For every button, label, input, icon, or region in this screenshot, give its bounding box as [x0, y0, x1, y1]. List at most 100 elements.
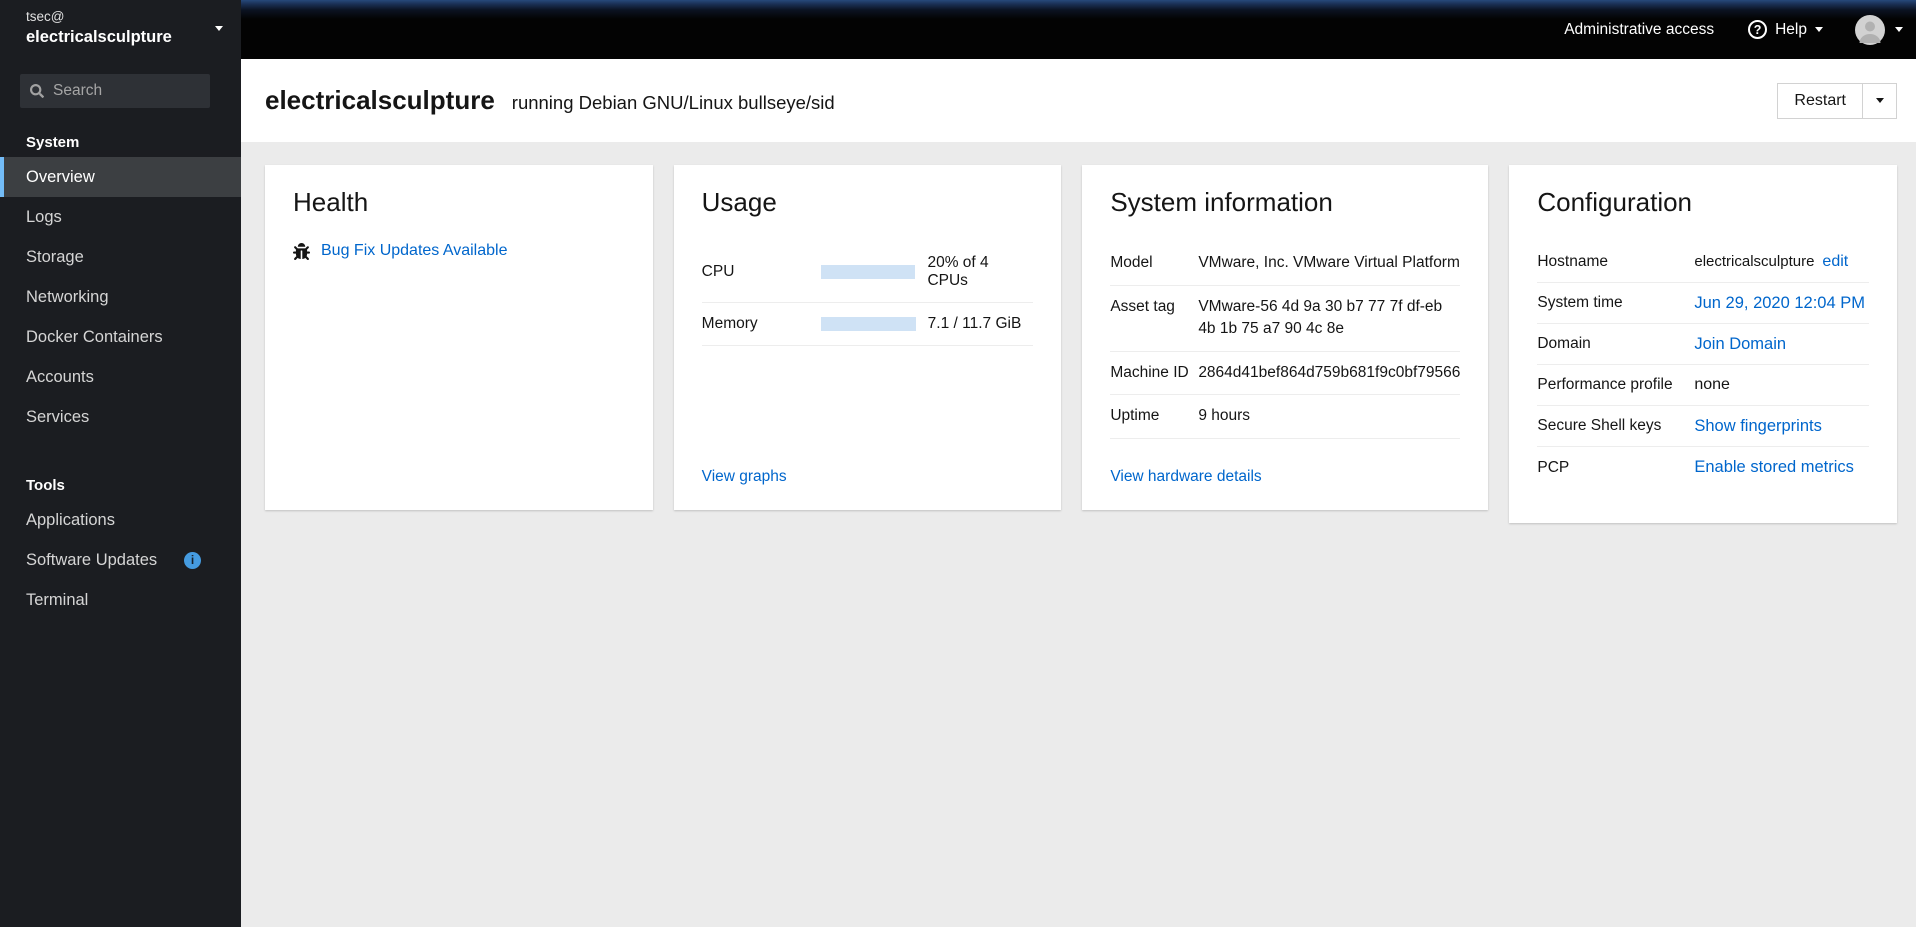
configuration-label: PCP: [1537, 458, 1570, 476]
help-label: Help: [1775, 20, 1807, 38]
sidebar-item-docker-containers[interactable]: Docker Containers: [0, 317, 241, 357]
restart-button[interactable]: Restart: [1778, 83, 1862, 118]
configuration-label: Hostname: [1537, 253, 1609, 271]
sidebar-item-applications[interactable]: Applications: [0, 500, 241, 540]
health-item-link[interactable]: Bug Fix Updates Available: [321, 242, 507, 260]
health-items: Bug Fix Updates Available: [293, 242, 625, 260]
usage-row-memory: Memory 7.1 / 11.7 GiB: [701, 303, 1034, 347]
configuration-value: Enable stored metrics: [1694, 458, 1869, 477]
restart-dropdown-toggle[interactable]: [1862, 83, 1896, 118]
sidebar-item-software-updates[interactable]: Software Updates i: [0, 540, 241, 580]
chevron-down-icon: [215, 26, 223, 31]
sidebar-item-services[interactable]: Services: [0, 397, 241, 437]
chevron-down-icon: [1875, 98, 1884, 103]
sidebar-item-label: Networking: [26, 287, 109, 306]
usage-progress-track: [820, 317, 916, 332]
usage-detail: 7.1 / 11.7 GiB: [927, 315, 1022, 333]
system-information-card-title: System information: [1110, 187, 1333, 217]
system-info-value: 9 hours: [1198, 407, 1251, 425]
sidebar-hostname: electricalsculpture: [26, 28, 172, 46]
sidebar-item-storage[interactable]: Storage: [0, 237, 241, 277]
configuration-card: Configuration Hostname electricalsculptur…: [1509, 165, 1898, 523]
help-menu[interactable]: ? Help: [1748, 20, 1823, 39]
configuration-label: System time: [1537, 294, 1623, 312]
nav-section-tools: Tools Applications Software Updates i Termin…: [0, 467, 241, 620]
usage-card-title: Usage: [701, 187, 777, 217]
configuration-row-system-time: System time Jun 29, 2020 12:04 PM: [1537, 283, 1870, 325]
app-root: tsec@ electricalsculpture System Overview…: [0, 0, 1916, 927]
configuration-label: Performance profile: [1537, 376, 1673, 394]
configuration-edit-link[interactable]: edit: [1822, 253, 1848, 270]
usage-row-cpu: CPU 20% of 4 CPUs: [701, 242, 1034, 304]
avatar: [1855, 14, 1885, 45]
configuration-pcp-link[interactable]: Enable stored metrics: [1694, 458, 1854, 476]
restart-split-button: Restart: [1777, 82, 1897, 119]
page-header: electricalsculpture running Debian GNU/L…: [241, 59, 1916, 142]
sidebar-item-label: Storage: [26, 247, 84, 266]
logged-in-user: tsec@: [26, 9, 65, 24]
sidebar-nav: System Overview Logs Storage Networking Docke…: [0, 116, 241, 927]
sidebar: tsec@ electricalsculpture System Overview…: [0, 0, 241, 927]
configuration-rows: Hostname electricalsculpture edit System ti…: [1537, 242, 1870, 488]
sidebar-item-label: Applications: [26, 510, 115, 529]
search-input[interactable]: [53, 82, 200, 100]
system-info-label: Uptime: [1110, 407, 1160, 425]
system-info-value: VMware-56 4d 9a 30 b7 77 7f df-eb 4b 1b …: [1198, 297, 1443, 338]
nav-section-system: System Overview Logs Storage Networking Docke…: [0, 124, 241, 437]
system-info-row-machine-id: Machine ID 2864d41bef864d759b681f9c0bf795…: [1110, 352, 1461, 396]
sidebar-item-label: Services: [26, 407, 90, 426]
usage-card: Usage CPU 20% of 4 CPUs Memory 7.1 / 11.7 G…: [673, 165, 1062, 510]
sidebar-item-overview[interactable]: Overview: [0, 157, 241, 197]
os-description: running Debian GNU/Linux bullseye/sid: [511, 91, 835, 113]
system-info-value: 2864d41bef864d759b681f9c0bf79566: [1198, 363, 1461, 381]
configuration-label: Secure Shell keys: [1537, 417, 1662, 435]
system-info-label: Model: [1110, 254, 1153, 272]
configuration-row-secure-shell-keys: Secure Shell keys Show fingerprints: [1537, 406, 1870, 448]
health-card: Health Bug Fix Updates Available: [265, 165, 653, 510]
info-icon: i: [184, 551, 201, 569]
system-info-row-uptime: Uptime 9 hours: [1110, 395, 1461, 439]
configuration-domain-link[interactable]: Join Domain: [1694, 335, 1786, 353]
configuration-value: Show fingerprints: [1694, 417, 1869, 436]
configuration-value: Jun 29, 2020 12:04 PM: [1694, 294, 1869, 313]
usage-label: CPU: [701, 263, 735, 281]
nav-heading-system: System: [26, 134, 80, 151]
usage-rows: CPU 20% of 4 CPUs Memory 7.1 / 11.7 GiB: [701, 242, 1034, 347]
chevron-down-icon: [1815, 27, 1823, 32]
configuration-row-domain: Domain Join Domain: [1537, 324, 1870, 366]
sidebar-item-terminal[interactable]: Terminal: [0, 580, 241, 620]
chevron-down-icon: [1895, 27, 1903, 32]
configuration-secure-shell-keys-link[interactable]: Show fingerprints: [1694, 417, 1821, 435]
configuration-value-text: none: [1694, 376, 1730, 394]
sidebar-item-label: Docker Containers: [26, 327, 163, 346]
sidebar-item-networking[interactable]: Networking: [0, 277, 241, 317]
configuration-row-performance-profile: Performance profile none: [1537, 365, 1870, 407]
masthead: Administrative access ? Help: [241, 0, 1916, 59]
configuration-value: electricalsculpture edit: [1694, 253, 1869, 271]
configuration-value: Join Domain: [1694, 335, 1869, 354]
configuration-row-hostname: Hostname electricalsculpture edit: [1537, 242, 1870, 284]
search-icon: [30, 84, 44, 98]
health-item: Bug Fix Updates Available: [293, 242, 625, 260]
sidebar-item-label: Terminal: [26, 590, 89, 609]
usage-progress-track: [820, 265, 916, 280]
help-icon: ?: [1748, 20, 1768, 39]
system-info-label: Machine ID: [1110, 363, 1189, 381]
system-information-card: System information Model VMware, Inc. VMw…: [1082, 165, 1489, 510]
host-switcher[interactable]: tsec@ electricalsculpture: [0, 0, 241, 59]
configuration-system-time-link[interactable]: Jun 29, 2020 12:04 PM: [1694, 294, 1865, 312]
usage-card-footer: View graphs: [702, 468, 1034, 486]
sidebar-item-accounts[interactable]: Accounts: [0, 357, 241, 397]
sidebar-item-logs[interactable]: Logs: [0, 197, 241, 237]
search-box[interactable]: [20, 74, 210, 108]
view-hardware-details-link[interactable]: View hardware details: [1110, 468, 1261, 485]
user-menu[interactable]: [1855, 14, 1903, 45]
configuration-label: Domain: [1537, 335, 1591, 353]
system-information-rows: Model VMware, Inc. VMware Virtual Platfor…: [1110, 242, 1461, 439]
system-info-label: Asset tag: [1110, 297, 1175, 315]
administrative-access-button[interactable]: Administrative access: [1564, 21, 1714, 39]
view-graphs-link[interactable]: View graphs: [702, 468, 787, 485]
configuration-value: none: [1694, 376, 1869, 394]
system-info-row-model: Model VMware, Inc. VMware Virtual Platfor…: [1110, 242, 1461, 286]
configuration-row-pcp: PCP Enable stored metrics: [1537, 447, 1869, 488]
